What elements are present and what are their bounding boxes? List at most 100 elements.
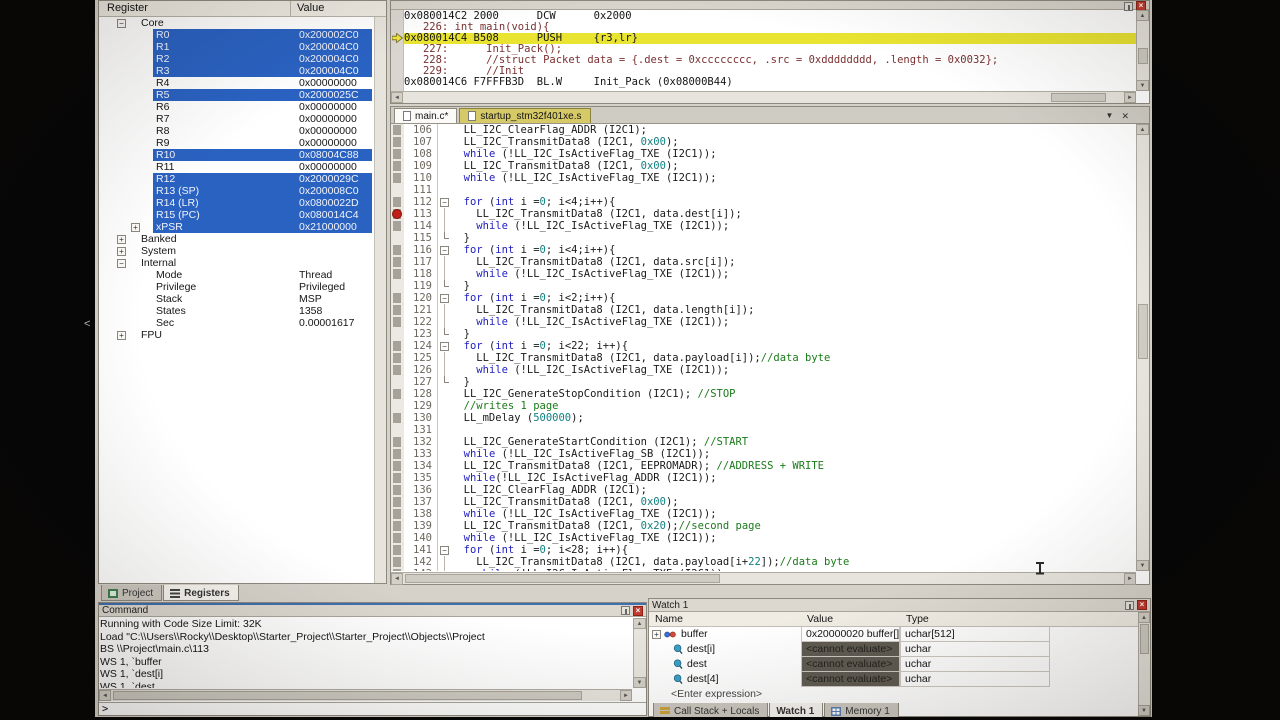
register-row[interactable]: R20x200004C0	[99, 53, 374, 65]
watch-col-name[interactable]: Name	[649, 612, 801, 626]
disasm-line[interactable]: 0x080014C6 F7FFFB3D BL.W Init_Pack (0x08…	[404, 77, 1136, 88]
command-input[interactable]: >	[99, 702, 646, 715]
tab-startup-s[interactable]: startup_stm32f401xe.s	[459, 108, 590, 123]
watch-type-cell[interactable]: uchar	[900, 642, 1050, 657]
register-row[interactable]: −Core	[99, 17, 374, 29]
autohide-panel-arrow-icon[interactable]: <	[84, 318, 90, 330]
fold-collapse-icon[interactable]: −	[440, 342, 449, 351]
tab-main-c[interactable]: main.c*	[394, 108, 457, 123]
scroll-right-icon[interactable]: ►	[620, 690, 632, 701]
code-line[interactable]: 142 LL_I2C_TransmitData8 (I2C1, data.pay…	[391, 556, 1136, 568]
fold-collapse-icon[interactable]: −	[440, 546, 449, 555]
code-line[interactable]: 114 while (!LL_I2C_IsActiveFlag_TXE (I2C…	[391, 220, 1136, 232]
scroll-up-icon[interactable]: ▲	[1136, 124, 1149, 135]
editor-vscrollbar[interactable]: ▲ ▼	[1136, 124, 1149, 571]
breakpoint-icon[interactable]	[392, 209, 402, 219]
code-line[interactable]: 122 while (!LL_I2C_IsActiveFlag_TXE (I2C…	[391, 316, 1136, 328]
register-row[interactable]: R100x08004C88	[99, 149, 374, 161]
code-line[interactable]: 137 LL_I2C_TransmitData8 (I2C1, 0x00);	[391, 496, 1136, 508]
registers-scrollbar[interactable]	[374, 17, 386, 583]
watch-value-cell[interactable]: <cannot evaluate>	[801, 642, 900, 657]
scroll-thumb[interactable]	[1138, 48, 1148, 64]
register-row[interactable]: R40x00000000	[99, 77, 374, 89]
watch-col-type[interactable]: Type	[900, 612, 1050, 626]
code-line[interactable]: 119 }	[391, 280, 1136, 292]
close-icon[interactable]: ×	[633, 606, 643, 616]
scroll-thumb[interactable]	[113, 691, 582, 700]
code-line[interactable]: 138 while (!LL_I2C_IsActiveFlag_TXE (I2C…	[391, 508, 1136, 520]
register-row[interactable]: +System	[99, 245, 374, 257]
code-line[interactable]: 124− for (int i =0; i<22; i++){	[391, 340, 1136, 352]
code-line[interactable]: 131	[391, 424, 1136, 436]
scroll-up-icon[interactable]: ▲	[1138, 612, 1150, 623]
register-row[interactable]: States1358	[99, 305, 374, 317]
scroll-right-icon[interactable]: ►	[1124, 573, 1136, 585]
pin-icon[interactable]	[1124, 2, 1133, 11]
code-line[interactable]: 140 while (!LL_I2C_IsActiveFlag_TXE (I2C…	[391, 532, 1136, 544]
watch-type-cell[interactable]: uchar[512]	[900, 627, 1050, 642]
registers-tree[interactable]: −CoreR00x200002C0R10x200004C0R20x200004C…	[99, 17, 374, 583]
code-line[interactable]: 116− for (int i =0; i<4;i++){	[391, 244, 1136, 256]
tab-registers[interactable]: Registers	[163, 585, 239, 601]
scroll-down-icon[interactable]: ▼	[633, 677, 646, 688]
code-line[interactable]: 108 while (!LL_I2C_IsActiveFlag_TXE (I2C…	[391, 148, 1136, 160]
code-line[interactable]: 139 LL_I2C_TransmitData8 (I2C1, 0x20);//…	[391, 520, 1136, 532]
watch-col-value[interactable]: Value	[801, 612, 900, 626]
tab-watch-1[interactable]: Watch 1	[769, 703, 823, 717]
disassembly-vscrollbar[interactable]: ▲ ▼	[1136, 10, 1149, 91]
disassembly-content[interactable]: 0x080014C2 2000 DCW 0x2000 226: int main…	[404, 11, 1136, 91]
scroll-left-icon[interactable]: ◄	[99, 690, 111, 701]
code-line[interactable]: 106 LL_I2C_ClearFlag_ADDR (I2C1);	[391, 124, 1136, 136]
watch-type-cell[interactable]: uchar	[900, 657, 1050, 672]
code-line[interactable]: 115 }	[391, 232, 1136, 244]
code-line[interactable]: 135 while(!LL_I2C_IsActiveFlag_ADDR (I2C…	[391, 472, 1136, 484]
code-line[interactable]: 129 //writes 1 page	[391, 400, 1136, 412]
scroll-thumb[interactable]	[1138, 304, 1148, 359]
watch-name-cell[interactable]: +buffer	[649, 627, 801, 642]
watch-row[interactable]: dest[i]<cannot evaluate>uchar	[649, 642, 1138, 657]
disassembly-hscrollbar[interactable]: ◄ ►	[391, 91, 1136, 103]
code-line[interactable]: 143 while (!LL_I2C_IsActiveFlag_TXE (I2C…	[391, 568, 1136, 571]
register-row[interactable]: R120x2000029C	[99, 173, 374, 185]
tab-list-dropdown-icon[interactable]: ▼	[1106, 111, 1114, 122]
watch-vscrollbar[interactable]: ▲ ▼	[1138, 612, 1150, 716]
register-row[interactable]: −Internal	[99, 257, 374, 269]
collapse-icon[interactable]: −	[117, 19, 126, 28]
register-row[interactable]: +FPU	[99, 329, 374, 341]
register-row[interactable]: R10x200004C0	[99, 41, 374, 53]
fold-collapse-icon[interactable]: −	[440, 246, 449, 255]
expand-icon[interactable]: +	[117, 331, 126, 340]
watch-value-cell[interactable]: 0x20000020 buffer[] ""	[801, 627, 900, 642]
scroll-left-icon[interactable]: ◄	[391, 92, 403, 103]
register-row[interactable]: ModeThread	[99, 269, 374, 281]
command-vscrollbar[interactable]: ▲ ▼	[633, 618, 646, 688]
code-line[interactable]: 134 LL_I2C_TransmitData8 (I2C1, EEPROMAD…	[391, 460, 1136, 472]
code-line[interactable]: 136 LL_I2C_ClearFlag_ADDR (I2C1);	[391, 484, 1136, 496]
register-row[interactable]: R60x00000000	[99, 101, 374, 113]
pin-icon[interactable]	[1125, 601, 1134, 610]
command-hscrollbar[interactable]: ◄ ►	[99, 689, 632, 701]
code-line[interactable]: 107 LL_I2C_TransmitData8 (I2C1, 0x00);	[391, 136, 1136, 148]
watch-name-cell[interactable]: dest[i]	[649, 642, 801, 657]
code-line[interactable]: 120− for (int i =0; i<2;i++){	[391, 292, 1136, 304]
code-line[interactable]: 133 while (!LL_I2C_IsActiveFlag_SB (I2C1…	[391, 448, 1136, 460]
register-row[interactable]: PrivilegePrivileged	[99, 281, 374, 293]
scroll-thumb[interactable]	[405, 574, 720, 583]
code-line[interactable]: 111	[391, 184, 1136, 196]
code-editor[interactable]: 106 LL_I2C_ClearFlag_ADDR (I2C1);107 LL_…	[391, 124, 1136, 571]
scroll-down-icon[interactable]: ▼	[1138, 705, 1150, 716]
code-line[interactable]: 113 LL_I2C_TransmitData8 (I2C1, data.des…	[391, 208, 1136, 220]
register-row[interactable]: StackMSP	[99, 293, 374, 305]
code-line[interactable]: 121 LL_I2C_TransmitData8 (I2C1, data.len…	[391, 304, 1136, 316]
watch-row[interactable]: dest<cannot evaluate>uchar	[649, 657, 1138, 672]
code-line[interactable]: 128 LL_I2C_GenerateStopCondition (I2C1);…	[391, 388, 1136, 400]
register-row[interactable]: R90x00000000	[99, 137, 374, 149]
register-row[interactable]: +Banked	[99, 233, 374, 245]
register-row[interactable]: R110x00000000	[99, 161, 374, 173]
watch-row[interactable]: +buffer0x20000020 buffer[] ""uchar[512]	[649, 627, 1138, 642]
tab-call-stack-locals[interactable]: Call Stack + Locals	[653, 703, 768, 717]
register-row[interactable]: R30x200004C0	[99, 65, 374, 77]
code-line[interactable]: 123 }	[391, 328, 1136, 340]
scroll-up-icon[interactable]: ▲	[633, 618, 646, 629]
scroll-up-icon[interactable]: ▲	[1136, 10, 1149, 21]
